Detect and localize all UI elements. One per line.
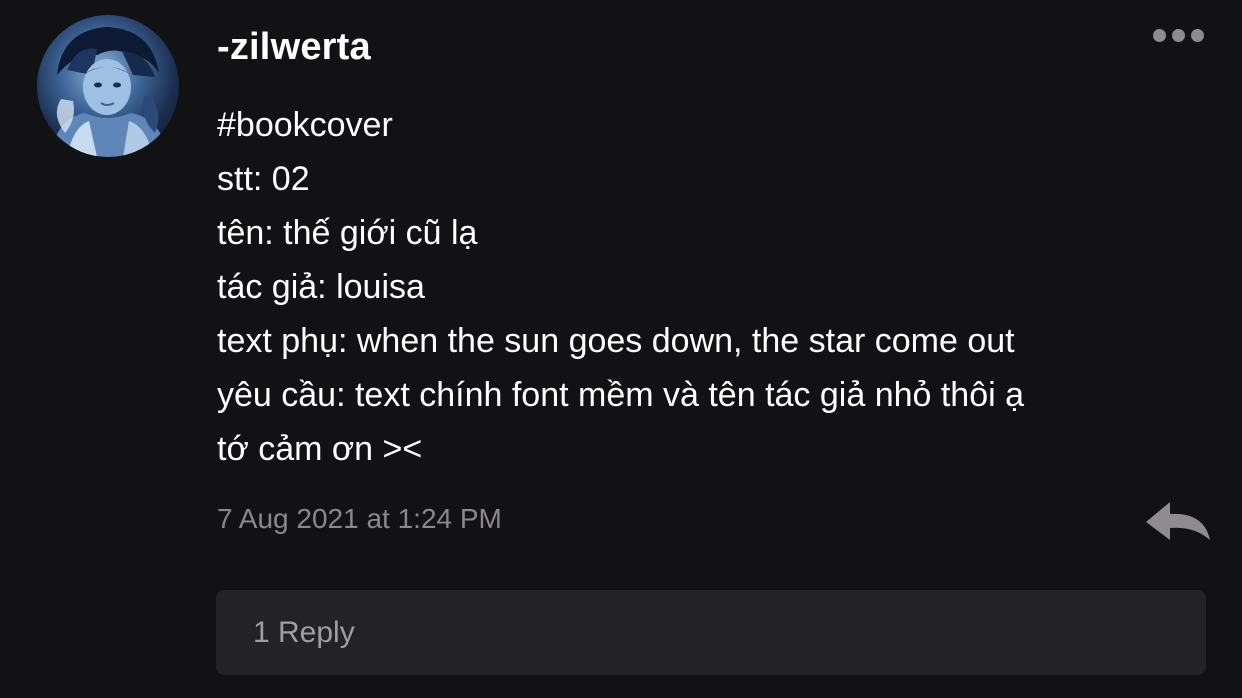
comment-card: -zilwerta #bookcover stt: 02 tên: thế gi… [0,0,1242,698]
comment-line: tên: thế giới cũ lạ [217,214,478,252]
reply-arrow-icon [1146,502,1210,540]
comment-line: stt: 02 [217,160,310,198]
reply-button[interactable] [1140,494,1216,546]
comment-line: #bookcover [217,106,393,144]
comment-line: tác giả: louisa [217,268,425,306]
avatar-photo-icon [51,27,167,157]
comment-line: text phụ: when the sun goes down, the st… [217,322,1015,360]
more-dot-icon [1152,28,1166,42]
comment-timestamp: 7 Aug 2021 at 1:24 PM [217,503,502,534]
username[interactable]: -zilwerta [217,22,371,72]
comment-line: tớ cảm ơn >< [217,430,423,468]
view-replies-button[interactable]: 1 Reply [216,590,1206,675]
more-options-button[interactable] [1140,20,1216,50]
comment-body: #bookcover stt: 02 tên: thế giới cũ lạ t… [217,98,1197,476]
more-dot-icon [1171,28,1185,42]
more-dot-icon [1190,28,1204,42]
user-avatar[interactable] [37,15,179,157]
replies-count-label: 1 Reply [253,616,355,649]
comment-line: yêu cầu: text chính font mềm và tên tác … [217,376,1025,414]
